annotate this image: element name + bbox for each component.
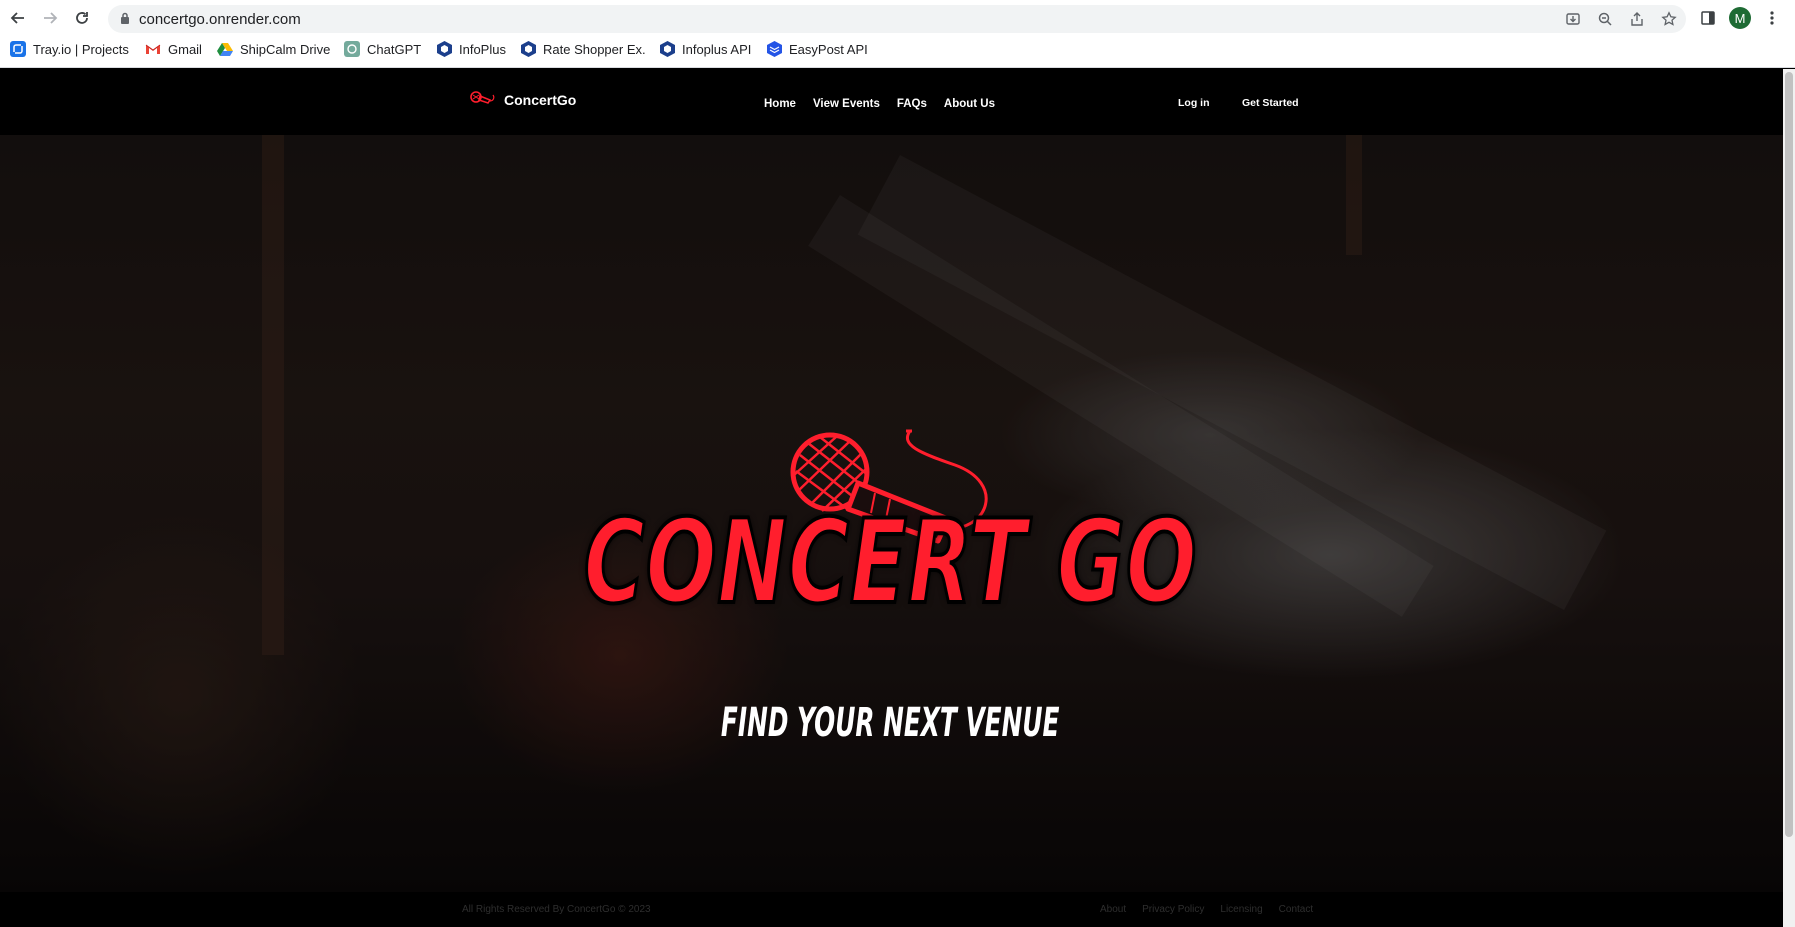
hero-title: CONCERT GO: [582, 493, 1198, 632]
bookmark-label: ShipCalm Drive: [240, 41, 331, 57]
bookmarks-bar: Tray.io | Projects Gmail ShipCalm Drive …: [0, 37, 1795, 63]
copyright-text: All Rights Reserved By ConcertGo © 2023: [462, 904, 651, 915]
bookmark-shipcalm-drive[interactable]: ShipCalm Drive: [217, 41, 330, 57]
page-scrollbar[interactable]: [1783, 69, 1795, 927]
footer-link-about[interactable]: About: [1100, 904, 1126, 915]
hero-section: CONCERT GO FIND YOUR NEXT VENUE: [0, 135, 1783, 892]
share-icon[interactable]: [1628, 10, 1646, 28]
nav-view-events[interactable]: View Events: [813, 98, 880, 110]
hero-tagline: FIND YOUR NEXT VENUE: [720, 700, 1060, 746]
site-header: ConcertGo Home View Events FAQs About Us…: [0, 69, 1783, 135]
infoplus-icon: [520, 41, 536, 57]
footer-link-licensing[interactable]: Licensing: [1220, 904, 1262, 915]
nav-faqs[interactable]: FAQs: [897, 98, 927, 110]
bookmark-label: Gmail: [168, 41, 202, 57]
menu-kebab-icon[interactable]: [1763, 9, 1781, 27]
url-text[interactable]: concertgo.onrender.com: [139, 11, 301, 28]
bookmark-label: Infoplus API: [682, 41, 752, 57]
bookmark-chatgpt[interactable]: ChatGPT: [344, 41, 421, 57]
brand-name: ConcertGo: [504, 91, 577, 108]
zoom-icon[interactable]: [1596, 10, 1614, 28]
infoplus-icon: [659, 41, 675, 57]
bookmark-label: Rate Shopper Ex.: [543, 41, 646, 57]
reload-icon[interactable]: [70, 6, 94, 30]
bookmark-label: InfoPlus: [459, 41, 506, 57]
bookmark-label: EasyPost API: [789, 41, 868, 57]
infoplus-icon: [436, 41, 452, 57]
scrollbar-thumb[interactable]: [1785, 72, 1793, 837]
footer-links: About Privacy Policy Licensing Contact: [1100, 904, 1313, 915]
bookmark-infoplus-api[interactable]: Infoplus API: [659, 41, 751, 57]
brand-logo-link[interactable]: ConcertGo: [470, 90, 576, 109]
chatgpt-icon: [344, 41, 360, 57]
footer-link-privacy-policy[interactable]: Privacy Policy: [1142, 904, 1204, 915]
install-app-icon[interactable]: [1564, 10, 1582, 28]
forward-icon[interactable]: [38, 6, 62, 30]
bookmark-label: Tray.io | Projects: [33, 41, 129, 57]
browser-toolbar: concertgo.onrender.com M: [0, 0, 1795, 36]
site-footer: All Rights Reserved By ConcertGo © 2023 …: [0, 892, 1783, 927]
bookmark-tray[interactable]: Tray.io | Projects: [10, 41, 129, 57]
gmail-icon: [145, 41, 161, 57]
login-link[interactable]: Log in: [1178, 97, 1210, 109]
lock-icon[interactable]: [120, 12, 130, 30]
nav-about-us[interactable]: About Us: [944, 98, 995, 110]
profile-avatar[interactable]: M: [1729, 7, 1751, 29]
bookmark-gmail[interactable]: Gmail: [145, 41, 202, 57]
tray-icon: [10, 41, 26, 57]
bookmark-easypost-api[interactable]: EasyPost API: [766, 41, 868, 57]
get-started-button[interactable]: Get Started: [1242, 97, 1299, 109]
microphone-icon: [470, 90, 496, 109]
address-bar[interactable]: concertgo.onrender.com: [108, 5, 1686, 33]
main-nav: Home View Events FAQs About Us: [764, 98, 1012, 110]
page-viewport: ConcertGo Home View Events FAQs About Us…: [0, 69, 1783, 927]
side-panel-icon[interactable]: [1699, 9, 1717, 27]
back-icon[interactable]: [6, 6, 30, 30]
footer-link-contact[interactable]: Contact: [1279, 904, 1313, 915]
bookmark-label: ChatGPT: [367, 41, 422, 57]
bookmark-infoplus[interactable]: InfoPlus: [436, 41, 506, 57]
star-icon[interactable]: [1660, 10, 1678, 28]
drive-icon: [217, 41, 233, 57]
browser-chrome: concertgo.onrender.com M Tray.io | Proje…: [0, 0, 1795, 68]
easypost-icon: [766, 41, 782, 57]
bookmark-rate-shopper[interactable]: Rate Shopper Ex.: [520, 41, 646, 57]
nav-home[interactable]: Home: [764, 98, 796, 110]
